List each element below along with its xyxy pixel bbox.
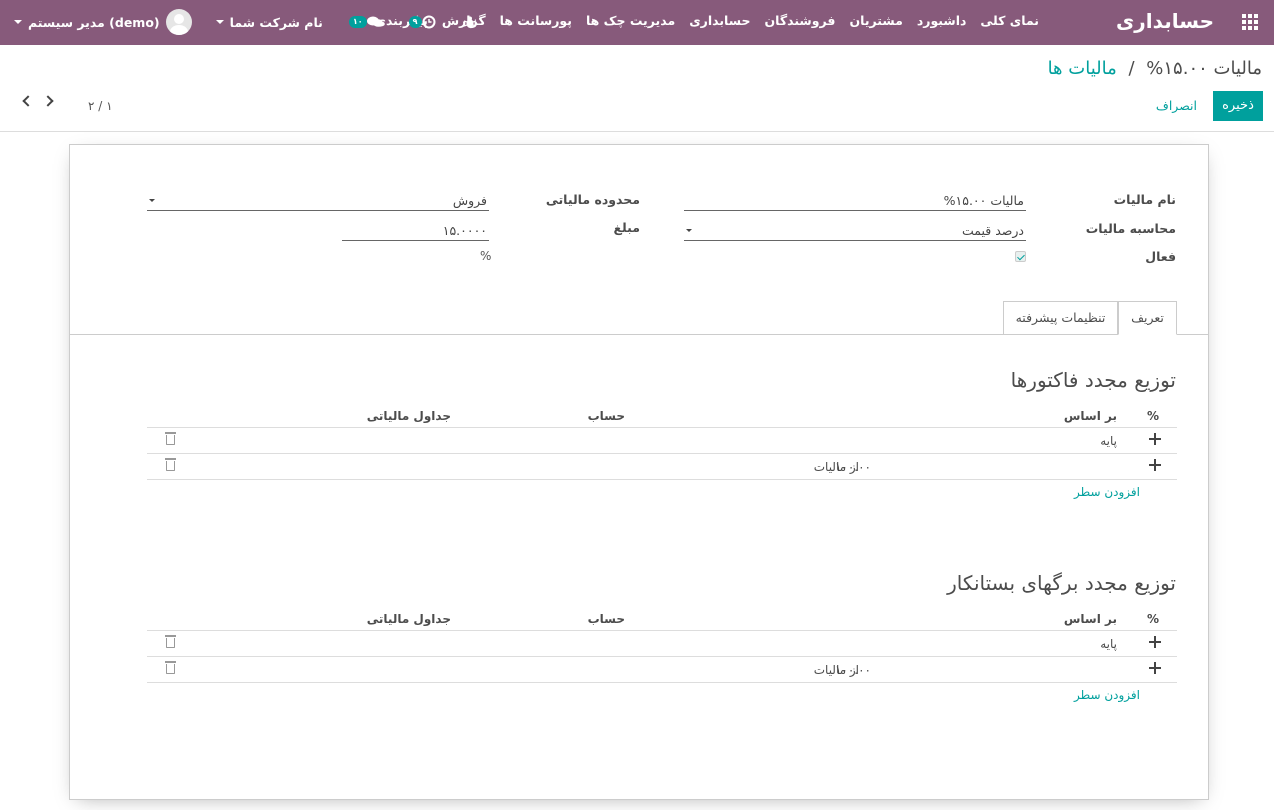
company-switcher[interactable]: نام شرکت شما	[215, 14, 323, 30]
column-percent: %	[1146, 409, 1159, 423]
refund-repartition-title: توزیع مجدد برگهای بستانکار	[947, 571, 1176, 595]
tabs-divider	[70, 334, 1208, 335]
save-button[interactable]: ذخیره	[1213, 91, 1263, 121]
tax-scope-label: محدوده مالیاتی	[545, 192, 640, 207]
systray: مدیر سیستم (demo) نام شرکت شما ۱۰ ۹	[14, 8, 476, 36]
pager-next-icon[interactable]	[42, 95, 54, 107]
drag-handle-icon[interactable]	[1149, 662, 1161, 674]
breadcrumb-parent-link[interactable]: مالیات ها	[1048, 58, 1117, 79]
table-row[interactable]: ۱۰۰.۰۰ از مالیات	[147, 454, 1177, 480]
breadcrumb-separator: /	[1128, 58, 1135, 79]
user-name: مدیر سیستم (demo)	[28, 14, 160, 30]
amount-input[interactable]: ۱۵.۰۰۰۰	[342, 219, 489, 241]
refund-table-header: % بر اساس حساب جداول مالیاتی	[147, 604, 1177, 631]
table-row[interactable]: پایه	[147, 428, 1177, 454]
drag-handle-icon[interactable]	[1149, 459, 1161, 471]
tax-name-label: نام مالیات	[1113, 192, 1176, 207]
trash-icon[interactable]	[165, 635, 176, 648]
column-percent: %	[1146, 612, 1159, 626]
pager-previous-icon[interactable]	[22, 95, 34, 107]
top-navbar: حسابداری نمای کلی داشبورد مشتریان فروشند…	[0, 0, 1274, 45]
amount-value: ۱۵.۰۰۰۰	[442, 223, 487, 238]
menu-item-commissions[interactable]: پورسانت ها	[500, 13, 572, 28]
pager: ۲ / ۱	[22, 95, 113, 113]
amount-label: مبلغ	[613, 220, 640, 235]
bug-icon	[463, 16, 476, 28]
column-based-on: بر اساس	[1063, 612, 1117, 626]
activity-menu[interactable]: ۹	[407, 15, 436, 29]
messages-badge: ۱۰	[348, 16, 367, 28]
row-based-on: از مالیات	[813, 460, 859, 474]
invoice-table-header: % بر اساس حساب جداول مالیاتی	[147, 401, 1177, 428]
trash-icon[interactable]	[165, 432, 176, 445]
user-caret-icon	[14, 20, 22, 24]
tax-computation-value: درصد قیمت	[962, 223, 1024, 238]
add-line-link[interactable]: افزودن سطر	[1074, 485, 1140, 499]
column-account: حساب	[587, 612, 625, 626]
breadcrumb: مالیات ۱۵.۰۰% / مالیات ها	[1048, 58, 1262, 79]
menu-item-accounting[interactable]: حسابداری	[689, 13, 750, 28]
tax-computation-label: محاسبه مالیات	[1085, 221, 1176, 236]
column-based-on: بر اساس	[1063, 409, 1117, 423]
row-based-on: از مالیات	[813, 663, 859, 677]
avatar	[165, 9, 192, 35]
tax-scope-select[interactable]: فروش	[147, 189, 489, 211]
tax-scope-dropdown-icon	[149, 199, 155, 202]
column-tax-grids: جداول مالیاتی	[366, 409, 451, 423]
table-row[interactable]: ۱۰۰.۰۰ از مالیات	[147, 657, 1177, 683]
tax-name-input[interactable]: مالیات ۱۵.۰۰%	[684, 189, 1026, 211]
apps-grid-icon[interactable]	[1242, 14, 1258, 30]
menu-item-dashboard[interactable]: داشبورد	[917, 13, 967, 28]
chat-icon	[366, 16, 383, 27]
clock-icon	[422, 15, 435, 29]
menu-item-vendors[interactable]: فروشندگان	[764, 13, 835, 28]
company-name: نام شرکت شما	[229, 14, 323, 30]
tax-computation-dropdown-icon	[686, 229, 692, 232]
app-brand[interactable]: حسابداری	[1116, 9, 1214, 33]
column-tax-grids: جداول مالیاتی	[366, 612, 451, 626]
form-sheet: نام مالیات مالیات ۱۵.۰۰% محاسبه مالیات د…	[69, 144, 1209, 800]
user-menu[interactable]: مدیر سیستم (demo)	[14, 9, 192, 35]
amount-unit: %	[480, 249, 492, 263]
row-based-on: پایه	[1100, 434, 1117, 448]
active-label: فعال	[1145, 249, 1176, 264]
tax-scope-value: فروش	[452, 193, 487, 208]
table-row[interactable]: پایه	[147, 631, 1177, 657]
discard-button[interactable]: انصراف	[1156, 98, 1197, 113]
column-account: حساب	[587, 409, 625, 423]
tax-name-value: مالیات ۱۵.۰۰%	[943, 193, 1024, 208]
control-panel-divider	[0, 131, 1274, 132]
add-line-link[interactable]: افزودن سطر	[1074, 688, 1140, 702]
active-checkbox[interactable]	[1015, 251, 1026, 262]
tab-advanced-options[interactable]: تنظیمات پیشرفته	[1003, 301, 1118, 334]
tax-computation-select[interactable]: درصد قیمت	[684, 219, 1026, 241]
tab-definition[interactable]: تعریف	[1118, 301, 1177, 335]
menu-item-checks[interactable]: مدیریت چک ها	[586, 13, 675, 28]
invoice-repartition-title: توزیع مجدد فاکتورها	[1010, 368, 1176, 392]
activities-badge: ۹	[408, 16, 422, 28]
trash-icon[interactable]	[165, 661, 176, 674]
menu-item-overview[interactable]: نمای کلی	[980, 13, 1039, 28]
messaging-menu[interactable]: ۱۰	[347, 15, 383, 29]
trash-icon[interactable]	[165, 458, 176, 471]
drag-handle-icon[interactable]	[1149, 433, 1161, 445]
debug-menu[interactable]	[463, 16, 476, 29]
menu-item-customers[interactable]: مشتریان	[849, 13, 902, 28]
row-based-on: پایه	[1100, 637, 1117, 651]
drag-handle-icon[interactable]	[1149, 636, 1161, 648]
company-caret-icon	[215, 20, 224, 24]
breadcrumb-current: مالیات ۱۵.۰۰%	[1146, 58, 1262, 79]
pager-value[interactable]: ۲ / ۱	[88, 99, 113, 113]
